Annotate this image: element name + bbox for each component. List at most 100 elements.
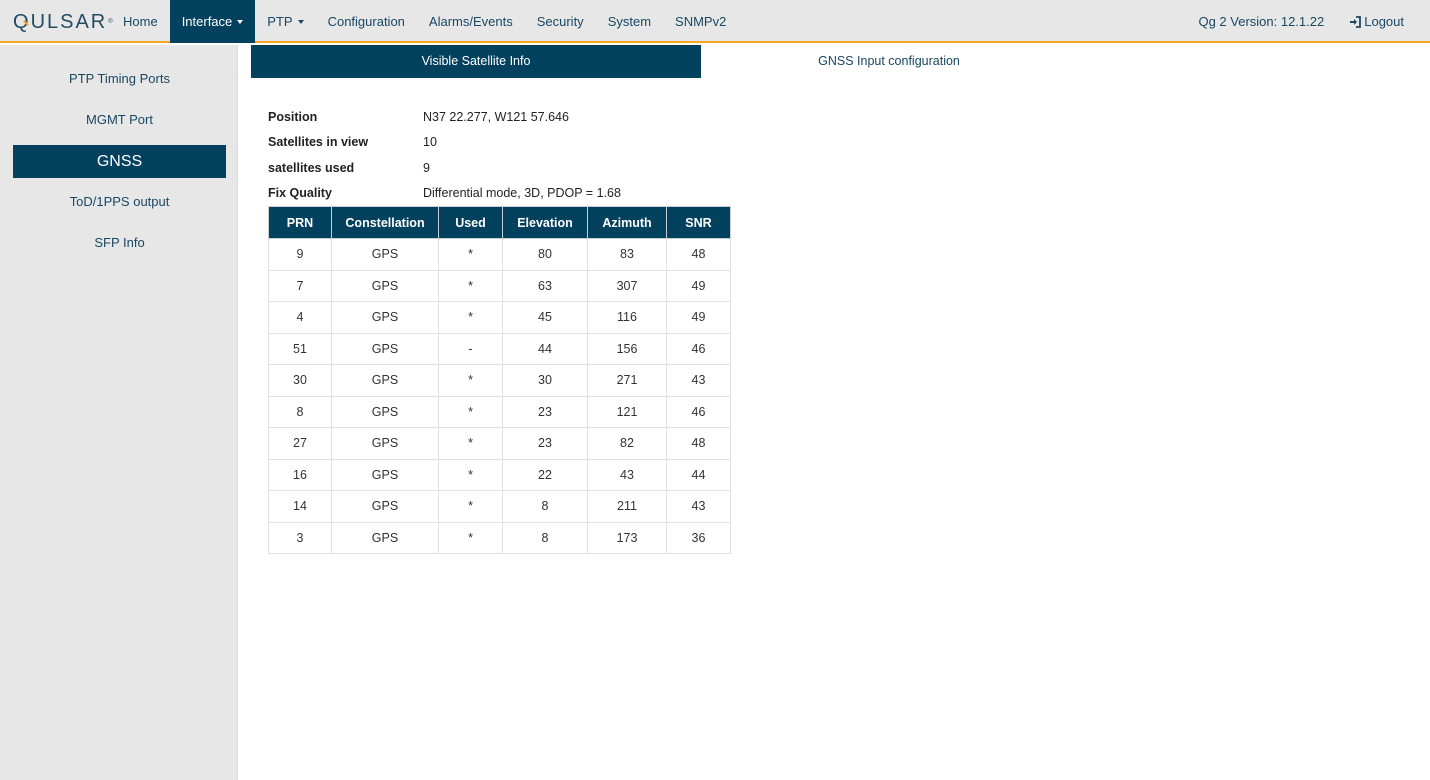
sidebar-item-ptp-timing-ports[interactable]: PTP Timing Ports [13, 71, 226, 86]
tab-bar: Visible Satellite Info GNSS Input config… [251, 45, 1430, 78]
info-row-satellites-in-view: Satellites in view 10 [268, 130, 621, 156]
sign-in-icon [1350, 15, 1362, 28]
cell-snr: 36 [666, 521, 731, 554]
nav-label: SNMPv2 [675, 14, 727, 29]
sidebar-item-gnss[interactable]: GNSS [13, 145, 226, 178]
satellite-table: PRN Constellation Used Elevation Azimuth… [268, 206, 731, 554]
info-value: 9 [423, 160, 430, 175]
logo-q-mark: Q [13, 10, 31, 33]
cell-elevation: 8 [502, 521, 588, 554]
table-row: 4 GPS * 45 116 49 [268, 301, 731, 334]
cell-elevation: 45 [502, 301, 588, 334]
cell-snr: 48 [666, 427, 731, 460]
nav-configuration[interactable]: Configuration [316, 0, 417, 43]
info-label: Satellites in view [268, 135, 369, 150]
cell-prn: 14 [268, 490, 332, 523]
sidebar-item-tod-1pps-output[interactable]: ToD/1PPS output [13, 194, 226, 209]
top-navbar: Q ULSAR ® Home Interface PTP Configuration… [0, 0, 1430, 43]
cell-prn: 4 [268, 301, 332, 334]
sidebar-item-sfp-info[interactable]: SFP Info [13, 235, 226, 250]
table-row: 30 GPS * 30 271 43 [268, 364, 731, 397]
cell-prn: 27 [268, 427, 332, 460]
cell-elevation: 44 [502, 332, 588, 365]
info-label: Position [268, 109, 318, 124]
nav-label: Interface [181, 14, 233, 29]
column-header-used: Used [438, 206, 503, 239]
cell-snr: 49 [666, 301, 731, 334]
caret-down-icon [297, 19, 304, 24]
column-header-prn: PRN [268, 206, 332, 239]
table-row: 14 GPS * 8 211 43 [268, 490, 731, 523]
cell-elevation: 80 [502, 238, 588, 271]
nav-ptp[interactable]: PTP [255, 0, 315, 43]
cell-azimuth: 121 [587, 395, 667, 428]
cell-used: * [438, 521, 503, 554]
cell-snr: 49 [666, 269, 731, 302]
qulsar-logo[interactable]: Q ULSAR ® [13, 10, 113, 34]
logout-link[interactable]: Logout [1349, 14, 1404, 29]
cell-constellation: GPS [331, 238, 439, 271]
caret-down-icon [237, 19, 244, 24]
column-header-snr: SNR [666, 206, 731, 239]
column-header-constellation: Constellation [331, 206, 439, 239]
sidebar: PTP Timing Ports MGMT Port GNSS ToD/1PPS… [0, 45, 238, 780]
cell-azimuth: 271 [587, 364, 667, 397]
cell-azimuth: 82 [587, 427, 667, 460]
cell-elevation: 8 [502, 490, 588, 523]
nav-snmpv2[interactable]: SNMPv2 [663, 0, 738, 43]
info-label: Fix Quality [268, 186, 332, 201]
info-row-satellites-used: satellites used 9 [268, 155, 621, 181]
nav-alarms-events[interactable]: Alarms/Events [417, 0, 525, 43]
cell-constellation: GPS [331, 269, 439, 302]
cell-azimuth: 211 [587, 490, 667, 523]
nav-label: PTP [267, 14, 293, 29]
cell-constellation: GPS [331, 364, 439, 397]
cell-used: * [438, 301, 503, 334]
cell-constellation: GPS [331, 458, 439, 491]
cell-constellation: GPS [331, 395, 439, 428]
table-row: 7 GPS * 63 307 49 [268, 269, 731, 302]
tab-gnss-input-configuration[interactable]: GNSS Input configuration [701, 45, 1077, 78]
cell-elevation: 23 [502, 395, 588, 428]
logout-label: Logout [1364, 14, 1404, 29]
cell-prn: 3 [268, 521, 332, 554]
cell-azimuth: 116 [587, 301, 667, 334]
tab-visible-satellite-info[interactable]: Visible Satellite Info [251, 45, 701, 78]
cell-azimuth: 43 [587, 458, 667, 491]
nav-label: System [607, 14, 652, 29]
info-row-fix-quality: Fix Quality Differential mode, 3D, PDOP … [268, 181, 621, 207]
cell-snr: 43 [666, 490, 731, 523]
nav-system[interactable]: System [596, 0, 663, 43]
version-text: Qg 2 Version: 12.1.22 [1198, 14, 1325, 29]
table-row: 27 GPS * 23 82 48 [268, 427, 731, 460]
cell-used: * [438, 395, 503, 428]
info-value: 10 [423, 135, 437, 150]
nav-right: Qg 2 Version: 12.1.22 Logout [1198, 0, 1404, 43]
cell-snr: 46 [666, 332, 731, 365]
column-header-azimuth: Azimuth [587, 206, 667, 239]
cell-elevation: 23 [502, 427, 588, 460]
cell-snr: 44 [666, 458, 731, 491]
cell-azimuth: 83 [587, 238, 667, 271]
table-body: 9 GPS * 80 83 48 7 GPS * 63 307 49 4 GPS * 45 116 49 51 GPS… [268, 238, 731, 554]
info-value: N37 22.277, W121 57.646 [423, 109, 569, 124]
main-nav: Home Interface PTP Configuration Alarms/… [111, 0, 738, 43]
cell-prn: 30 [268, 364, 332, 397]
nav-security[interactable]: Security [525, 0, 596, 43]
info-label: satellites used [268, 160, 355, 175]
nav-interface[interactable]: Interface [169, 0, 256, 43]
table-row: 16 GPS * 22 43 44 [268, 458, 731, 491]
cell-used: * [438, 490, 503, 523]
cell-constellation: GPS [331, 490, 439, 523]
sidebar-item-mgmt-port[interactable]: MGMT Port [13, 112, 226, 127]
cell-used: * [438, 427, 503, 460]
cell-constellation: GPS [331, 332, 439, 365]
nav-home[interactable]: Home [111, 0, 170, 43]
cell-snr: 48 [666, 238, 731, 271]
cell-used: * [438, 238, 503, 271]
cell-constellation: GPS [331, 521, 439, 554]
info-value: Differential mode, 3D, PDOP = 1.68 [423, 186, 621, 201]
cell-prn: 51 [268, 332, 332, 365]
nav-label: Alarms/Events [428, 14, 513, 29]
cell-used: * [438, 364, 503, 397]
